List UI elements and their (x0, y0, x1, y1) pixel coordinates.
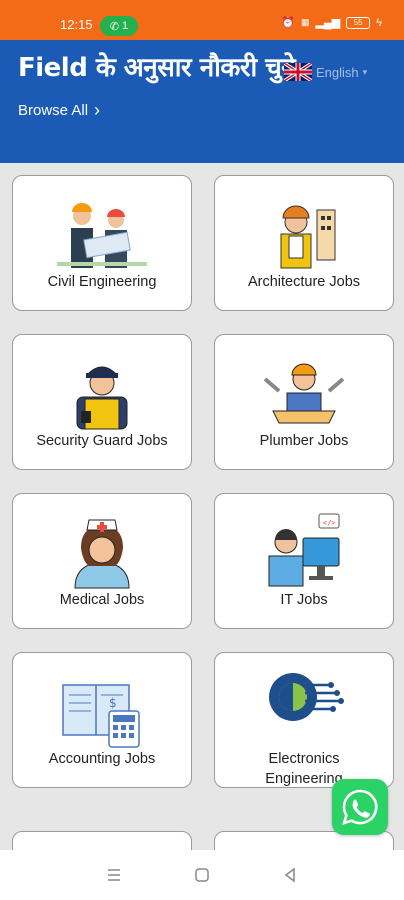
uk-flag-icon (284, 63, 312, 81)
whatsapp-button[interactable] (332, 779, 388, 835)
signal-icon: ▂▄▆ (315, 17, 341, 29)
battery-icon: 55 (346, 16, 371, 29)
architect-icon (280, 205, 336, 269)
category-card-security-guard-jobs[interactable]: Security Guard Jobs (12, 334, 192, 470)
svg-text:$: $ (109, 696, 117, 710)
category-card-accounting-jobs[interactable]: $ Accounting Jobs (12, 652, 192, 788)
ongoing-call-pill[interactable]: ✆ 1 (100, 16, 138, 36)
accounting-icon: $ (62, 684, 140, 748)
it-worker-icon: </> (268, 513, 340, 587)
chevron-right-icon: › (94, 100, 101, 120)
category-label: IT Jobs (280, 592, 328, 608)
charging-icon: ϟ (376, 16, 382, 29)
home-button[interactable] (187, 860, 217, 890)
system-nav-bar (0, 850, 404, 900)
language-label: English (316, 64, 359, 80)
browse-all-link[interactable]: Browse All › (18, 100, 100, 121)
category-label: Civil Engineering (47, 274, 157, 290)
plumber-icon (263, 363, 345, 424)
call-count: 1 (122, 20, 129, 32)
category-label: Architecture Jobs (247, 274, 361, 290)
page-title: Field के अनुसार नौकरी चुने (18, 53, 296, 83)
browse-all-label: Browse All (18, 102, 89, 119)
category-label: Security Guard Jobs (36, 433, 168, 449)
back-button[interactable] (275, 860, 305, 890)
menu-lines-icon (108, 869, 120, 881)
status-time: 12:15 (60, 17, 93, 32)
engineers-icon (57, 203, 147, 268)
status-icons: ⏰ ▦ ▂▄▆ 55 ϟ (281, 16, 382, 29)
category-card-medical-jobs[interactable]: Medical Jobs (12, 493, 192, 629)
category-card-architecture-jobs[interactable]: Architecture Jobs (214, 175, 394, 311)
circuit-gear-icon (269, 673, 344, 721)
battery-level: 55 (353, 17, 363, 27)
header-banner: Field के अनुसार नौकरी चुने English ▾ Bro… (0, 40, 404, 163)
recent-apps-button[interactable] (99, 860, 129, 890)
nurse-icon (74, 519, 130, 589)
language-selector[interactable]: English ▾ (284, 63, 367, 81)
category-label: Medical Jobs (59, 592, 145, 608)
category-card-it-jobs[interactable]: </> IT Jobs (214, 493, 394, 629)
chevron-down-icon: ▾ (362, 66, 368, 77)
whatsapp-icon (342, 789, 378, 825)
category-label: Plumber Jobs (259, 433, 349, 449)
status-bar: 12:15 ✆ 1 ⏰ ▦ ▂▄▆ 55 ϟ (0, 0, 404, 40)
category-card-civil-engineering[interactable]: Civil Engineering (12, 175, 192, 311)
volte-icon: ▦ (300, 17, 310, 27)
security-guard-icon (76, 366, 128, 430)
phone-icon: ✆ (109, 20, 120, 33)
category-card-electronics-engineering[interactable]: Electronics Engineering (214, 652, 394, 788)
category-card-plumber-jobs[interactable]: Plumber Jobs (214, 334, 394, 470)
alarm-icon: ⏰ (281, 17, 295, 29)
svg-text:</>: </> (323, 519, 336, 527)
category-label: Accounting Jobs (48, 751, 156, 767)
back-triangle-icon (284, 867, 295, 883)
square-icon (195, 868, 209, 882)
